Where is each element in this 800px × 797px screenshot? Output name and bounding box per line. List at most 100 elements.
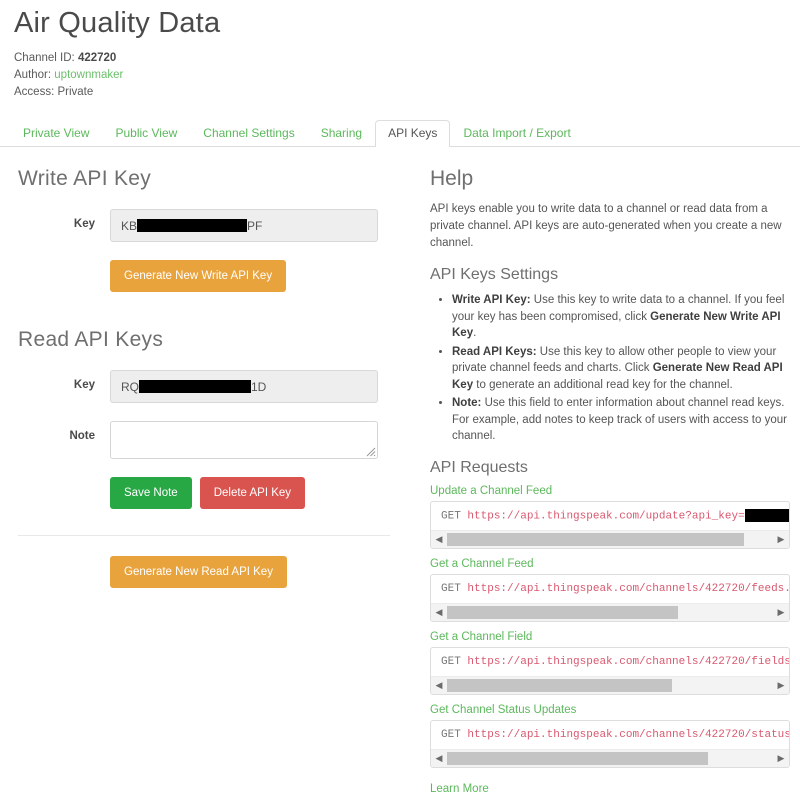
scrollbar-track[interactable]: [447, 751, 773, 765]
bullet-tail: .: [473, 327, 477, 339]
write-key-input[interactable]: KB PF: [110, 209, 378, 242]
tab-api-keys[interactable]: API Keys: [375, 120, 451, 147]
request-url-redaction: [744, 508, 789, 522]
write-key-prefix: KB: [121, 218, 138, 233]
bullet-term: Write API Key:: [452, 294, 531, 306]
save-note-button[interactable]: Save Note: [110, 477, 192, 509]
read-key-label: Key: [73, 379, 95, 391]
api-keys-page: Air Quality Data Channel ID: 422720 Auth…: [0, 0, 800, 795]
request-box: GET https://api.thingspeak.com/update?ap…: [430, 500, 790, 549]
request-box: GET https://api.thingspeak.com/channels/…: [430, 719, 790, 768]
note-row: Note: [18, 421, 420, 459]
api-request-block: Get Channel Status Updates GET https://a…: [430, 704, 790, 768]
read-key-actions: Save Note Delete API Key: [18, 477, 420, 509]
request-url-pre: https://api.thingspeak.com/channels/4227…: [467, 728, 789, 741]
write-key-redaction: [137, 219, 248, 232]
delete-api-key-button[interactable]: Delete API Key: [199, 477, 306, 509]
request-title-get-channel-feed[interactable]: Get a Channel Feed: [430, 558, 790, 570]
api-request-block: Get a Channel Feed GET https://api.thing…: [430, 558, 790, 622]
scroll-right-icon[interactable]: ▶: [773, 750, 789, 767]
author-label: Author:: [14, 69, 52, 81]
scroll-right-icon[interactable]: ▶: [773, 604, 789, 621]
help-heading: Help: [430, 167, 474, 190]
request-box: GET https://api.thingspeak.com/channels/…: [430, 646, 790, 695]
page-title: Air Quality Data: [14, 7, 221, 39]
scroll-right-icon[interactable]: ▶: [773, 531, 789, 548]
author-link[interactable]: uptownmaker: [54, 69, 123, 81]
scrollbar-track[interactable]: [447, 532, 773, 546]
tab-private-view[interactable]: Private View: [10, 120, 102, 147]
request-box: GET https://api.thingspeak.com/channels/…: [430, 573, 790, 622]
bullet-term: Note:: [452, 397, 482, 409]
http-verb: GET: [441, 728, 461, 741]
bullet-text: Use this field to enter information abou…: [452, 397, 787, 442]
scroll-left-icon[interactable]: ◀: [431, 750, 447, 767]
learn-more-link[interactable]: Learn More: [430, 783, 489, 795]
read-key-row: Key RQ 1D: [18, 370, 420, 403]
channel-id-value: 422720: [77, 52, 117, 64]
request-title-get-channel-field[interactable]: Get a Channel Field: [430, 631, 790, 643]
horizontal-scrollbar[interactable]: ◀ ▶: [431, 748, 789, 767]
request-url-line[interactable]: GET https://api.thingspeak.com/channels/…: [431, 575, 789, 603]
scrollbar-thumb[interactable]: [447, 605, 679, 619]
tab-data-import-export[interactable]: Data Import / Export: [450, 120, 583, 147]
bullet-tail: to generate an additional read key for t…: [473, 378, 733, 391]
read-api-keys-heading: Read API Keys: [18, 328, 164, 351]
request-url-pre: https://api.thingspeak.com/update?api_ke…: [467, 509, 745, 522]
keys-column: Write API Key Key KB PF Generate New Writ…: [0, 155, 420, 797]
http-verb: GET: [441, 582, 461, 595]
generate-new-read-api-key-button[interactable]: Generate New Read API Key: [110, 556, 287, 588]
write-api-key-heading: Write API Key: [18, 167, 152, 190]
channel-tabs: Private View Public View Channel Setting…: [0, 120, 800, 147]
api-keys-settings-heading: API Keys Settings: [430, 266, 559, 283]
generate-new-write-api-key-button[interactable]: Generate New Write API Key: [110, 260, 287, 292]
request-url-line[interactable]: GET https://api.thingspeak.com/channels/…: [431, 721, 789, 749]
scroll-left-icon[interactable]: ◀: [431, 677, 447, 694]
scroll-left-icon[interactable]: ◀: [431, 531, 447, 548]
api-requests-heading: API Requests: [430, 458, 528, 476]
write-key-label: Key: [73, 218, 95, 230]
channel-header: Air Quality Data Channel ID: 422720 Auth…: [0, 0, 800, 101]
scrollbar-track[interactable]: [447, 605, 773, 619]
api-request-block: Get a Channel Field GET https://api.thin…: [430, 631, 790, 695]
read-key-input[interactable]: RQ 1D: [110, 370, 378, 403]
request-url-line[interactable]: GET https://api.thingspeak.com/channels/…: [431, 648, 789, 676]
access-line: Access: Private: [14, 84, 800, 101]
horizontal-scrollbar[interactable]: ◀ ▶: [431, 675, 789, 694]
tab-public-view[interactable]: Public View: [102, 120, 190, 147]
horizontal-scrollbar[interactable]: ◀ ▶: [431, 529, 789, 548]
note-textarea[interactable]: [110, 421, 378, 459]
read-key-prefix: RQ: [121, 379, 139, 394]
http-verb: GET: [441, 655, 461, 668]
channel-id-line: Channel ID: 422720: [14, 50, 800, 67]
scroll-right-icon[interactable]: ▶: [773, 677, 789, 694]
request-title-get-channel-status-updates[interactable]: Get Channel Status Updates: [430, 704, 790, 716]
http-verb: GET: [441, 509, 461, 522]
resize-grip-icon[interactable]: [365, 446, 376, 457]
request-url-pre: https://api.thingspeak.com/channels/4227…: [467, 582, 789, 595]
list-item: Write API Key: Use this key to write dat…: [452, 292, 800, 342]
tab-sharing[interactable]: Sharing: [308, 120, 375, 147]
content-area: Write API Key Key KB PF Generate New Writ…: [0, 147, 800, 797]
scrollbar-thumb[interactable]: [447, 678, 672, 692]
write-key-row: Key KB PF: [18, 209, 420, 242]
tab-channel-settings[interactable]: Channel Settings: [190, 120, 307, 147]
horizontal-scrollbar[interactable]: ◀ ▶: [431, 602, 789, 621]
section-divider: [18, 535, 390, 536]
scrollbar-thumb[interactable]: [447, 751, 708, 765]
read-key-suffix: 1D: [251, 379, 267, 394]
help-column: Help API keys enable you to write data t…: [420, 155, 800, 797]
note-value: [111, 422, 377, 432]
help-intro-text: API keys enable you to write data to a c…: [430, 203, 782, 249]
request-title-update-channel-feed[interactable]: Update a Channel Feed: [430, 485, 790, 497]
request-url-line[interactable]: GET https://api.thingspeak.com/update?ap…: [431, 502, 789, 530]
scrollbar-thumb[interactable]: [447, 532, 744, 546]
list-item: Note: Use this field to enter informatio…: [452, 395, 800, 445]
generate-read-key-actions: Generate New Read API Key: [18, 556, 420, 588]
scrollbar-track[interactable]: [447, 678, 773, 692]
api-request-block: Update a Channel Feed GET https://api.th…: [430, 485, 790, 549]
channel-id-label: Channel ID:: [14, 52, 75, 64]
write-key-suffix: PF: [247, 218, 263, 233]
note-label: Note: [69, 430, 95, 442]
scroll-left-icon[interactable]: ◀: [431, 604, 447, 621]
